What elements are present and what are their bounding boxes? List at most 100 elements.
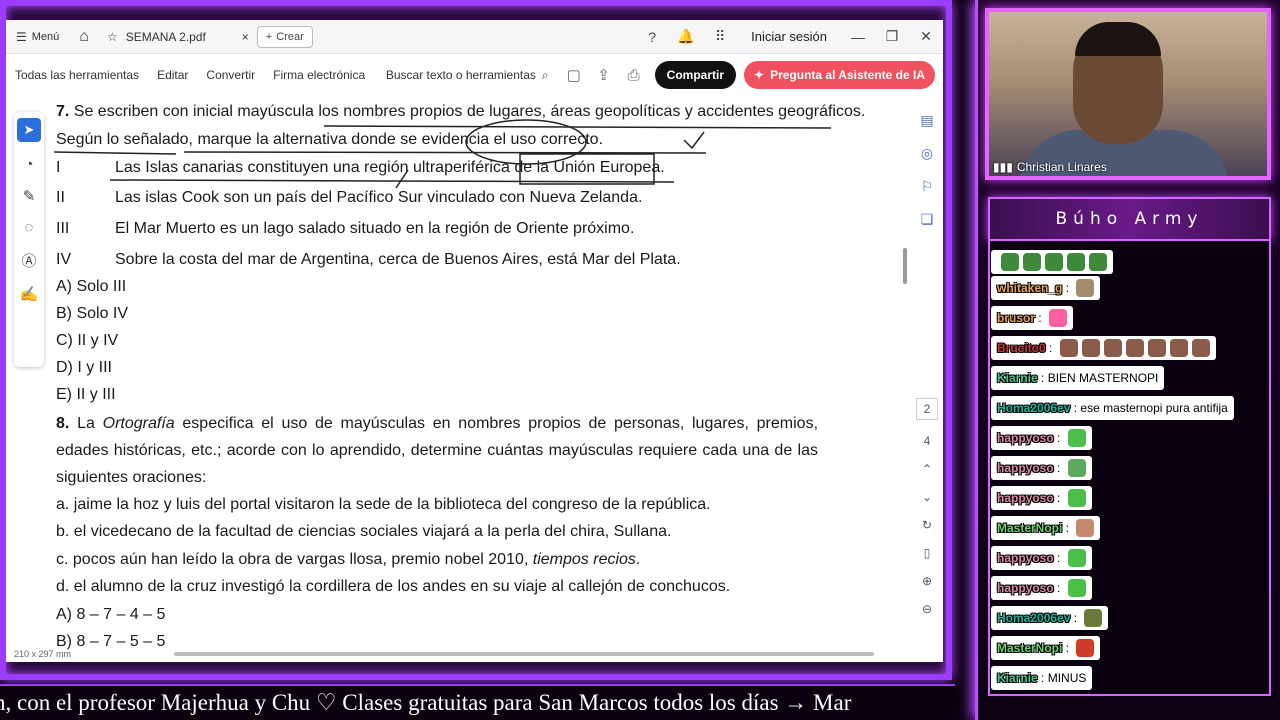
chat-separator: : <box>1035 311 1046 325</box>
refresh-icon[interactable]: ↻ <box>922 518 932 532</box>
chat-message: MasterNopi : <box>991 516 1101 540</box>
main-toolbar: Todas las herramientas Editar Convertir … <box>6 55 943 95</box>
chat-username[interactable]: Homa2006ev <box>997 401 1070 415</box>
chat-message: brusor : <box>991 306 1074 330</box>
chat-separator: : <box>1053 461 1064 475</box>
pdf-page-content: 7. Se escriben con inicial mayúscula los… <box>56 98 865 658</box>
emote-icon <box>1081 339 1100 357</box>
ticker-bar: n, con el profesor Majerhua y Chu ♡ Clas… <box>0 684 955 720</box>
annotation-toolbar: ➤ ◔ ✎ ◌ Ⓐ ✍ <box>14 112 44 367</box>
q8-sentence: c. pocos aún han leído la obra de vargas… <box>56 551 641 568</box>
close-window-icon[interactable]: ✕ <box>909 28 943 45</box>
lasso-icon[interactable]: ◌ <box>25 219 34 236</box>
chat-message: Kiarnie : MINUS <box>991 666 1093 690</box>
chat-message: whitaken_g : <box>991 276 1101 300</box>
menu-button[interactable]: ☰ Menú <box>6 30 69 44</box>
q7-option: D) I y III <box>56 359 112 376</box>
chat-username[interactable]: happyoso <box>997 491 1054 505</box>
create-button[interactable]: + Crear <box>256 25 313 48</box>
tab-semana-2[interactable]: ☆ SEMANA 2.pdf × <box>99 24 257 50</box>
tool-e-sign[interactable]: Firma electrónica <box>264 68 374 82</box>
help-icon[interactable]: ? <box>635 29 669 45</box>
zoom-out-icon[interactable]: ⊖ <box>922 602 932 616</box>
comment-icon[interactable]: ◔ <box>24 156 33 173</box>
chat-text: ese masternopi pura antifija <box>1080 401 1228 415</box>
chat-separator: : <box>1070 401 1081 415</box>
search-tools-field[interactable]: Buscar texto o herramientas ⌕ <box>386 68 559 83</box>
chevron-up-icon[interactable]: ⌃ <box>922 462 932 476</box>
right-side-toolbar: ▤ ◎ ⚐ ❏ <box>915 112 939 228</box>
apps-grid-icon[interactable]: ⠿ <box>703 28 737 45</box>
chat-username[interactable]: Brucito0 <box>997 341 1046 355</box>
chat-separator: : <box>1062 281 1073 295</box>
chat-username[interactable]: MasterNopi <box>997 521 1062 535</box>
chat-message: happyoso : <box>991 426 1092 450</box>
tool-convert[interactable]: Convertir <box>197 68 264 82</box>
chat-username[interactable]: MasterNopi <box>997 641 1062 655</box>
sign-in-button[interactable]: Iniciar sesión <box>737 29 841 44</box>
text-box-icon[interactable]: Ⓐ <box>21 250 36 271</box>
print-icon[interactable]: ⎙ <box>619 67 649 84</box>
zoom-in-icon[interactable]: ⊕ <box>922 574 932 588</box>
total-pages: 4 <box>923 434 931 448</box>
person-hair <box>1075 22 1161 56</box>
chat-username[interactable]: happyoso <box>997 461 1054 475</box>
vertical-scrollbar[interactable] <box>903 248 907 284</box>
bookmark-icon[interactable]: ⚐ <box>921 178 934 195</box>
maximize-icon[interactable]: ❐ <box>875 28 909 45</box>
chevron-down-icon[interactable]: ⌄ <box>922 490 932 504</box>
chat-username[interactable]: happyoso <box>997 581 1054 595</box>
file-icon[interactable]: ▯ <box>924 546 931 560</box>
emote-icon <box>1045 253 1063 271</box>
close-tab-icon[interactable]: × <box>242 30 249 44</box>
emote-icon <box>1089 253 1107 271</box>
chat-separator: : <box>1070 611 1081 625</box>
q7-option: C) II y IV <box>56 332 119 349</box>
save-icon[interactable]: ▢ <box>559 66 589 84</box>
star-icon[interactable]: ☆ <box>107 30 118 44</box>
current-page[interactable]: 2 <box>916 398 938 420</box>
emote-icon <box>1125 339 1144 357</box>
chat-username[interactable]: Homa2006ev <box>997 611 1070 625</box>
q8-option: A) 8 – 7 – 4 – 5 <box>56 606 166 623</box>
webcam-name-label: ▮▮▮ Christian Linares <box>993 160 1107 174</box>
chat-message: happyoso : <box>991 576 1092 600</box>
chat-text: BIEN MASTERNOPI <box>1047 371 1159 385</box>
minimize-icon[interactable]: — <box>841 29 875 45</box>
title-bar: ☰ Menú ⌂ ☆ SEMANA 2.pdf × + Crear ? 🔔 ⠿ In… <box>6 20 943 54</box>
chat-separator: : <box>1062 521 1073 535</box>
chat-username[interactable]: happyoso <box>997 551 1054 565</box>
tool-all-tools[interactable]: Todas las herramientas <box>6 68 148 82</box>
chat-username[interactable]: Kiarnie <box>997 671 1038 685</box>
screen: ☰ Menú ⌂ ☆ SEMANA 2.pdf × + Crear ? 🔔 ⠿ In… <box>0 0 1280 720</box>
chat-message: happyoso : <box>991 456 1092 480</box>
pen-icon[interactable]: ✎ <box>23 187 36 205</box>
emote-icon <box>1067 429 1086 447</box>
tool-edit[interactable]: Editar <box>148 68 197 82</box>
ticker-text: n, con el profesor Majerhua y Chu ♡ Clas… <box>0 690 852 715</box>
plus-icon: + <box>265 30 273 43</box>
chat-username[interactable]: whitaken_g <box>997 281 1062 295</box>
page-navigation: 2 4 ⌃ ⌄ ↻ ▯ ⊕ ⊖ <box>915 398 939 616</box>
share-button[interactable]: Compartir <box>654 61 736 89</box>
chat-message <box>991 250 1113 274</box>
chat-username[interactable]: Kiarnie <box>997 371 1038 385</box>
emote-icon <box>1001 253 1019 271</box>
chat-message: MasterNopi : <box>991 636 1101 660</box>
chat-message: Kiarnie : BIEN MASTERNOPI <box>991 366 1165 390</box>
select-cursor-icon[interactable]: ➤ <box>17 118 41 142</box>
upload-icon[interactable]: ⇪ <box>589 66 619 84</box>
emote-icon <box>1147 339 1166 357</box>
bell-icon[interactable]: 🔔 <box>669 28 703 45</box>
home-button[interactable]: ⌂ <box>69 28 99 46</box>
ai-assistant-button[interactable]: ✦ Pregunta al Asistente de IA <box>744 61 935 89</box>
chat-username[interactable]: happyoso <box>997 431 1054 445</box>
edit-page-icon[interactable]: ▤ <box>920 112 933 129</box>
comments-panel-icon[interactable]: ◎ <box>921 145 933 162</box>
chat-username[interactable]: brusor <box>997 311 1035 325</box>
chat-separator: : <box>1053 431 1064 445</box>
stamp-icon[interactable]: ✍ <box>20 285 39 303</box>
copy-pages-icon[interactable]: ❏ <box>921 211 934 228</box>
emote-icon <box>1191 339 1210 357</box>
q7-option: B) Solo IV <box>56 305 129 322</box>
